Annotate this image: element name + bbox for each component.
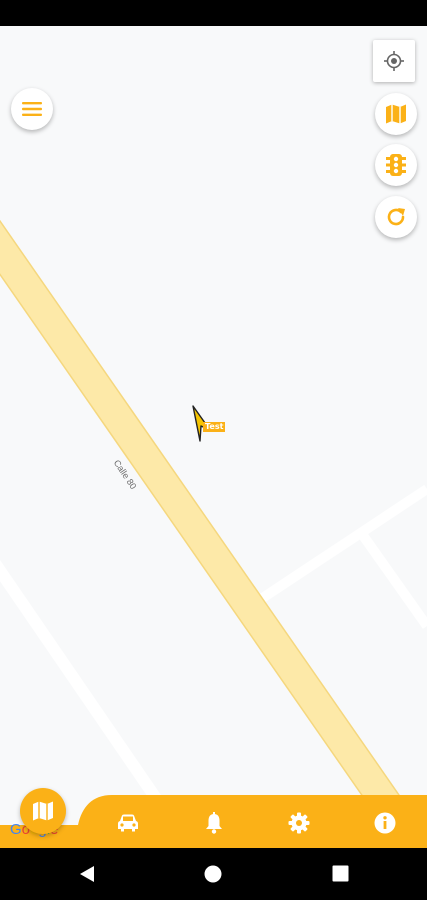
minor-road (357, 531, 427, 629)
traffic-light-icon (386, 154, 406, 176)
nav-settings[interactable] (286, 812, 312, 834)
info-icon (374, 812, 396, 834)
my-location-icon (384, 51, 404, 71)
home-button[interactable] (204, 865, 222, 888)
recents-button[interactable] (332, 865, 349, 887)
system-navigation-bar (0, 848, 427, 900)
major-road (0, 222, 407, 825)
map-view[interactable]: Calle 80 Test Go (0, 26, 427, 848)
map-icon (386, 104, 406, 124)
home-icon (204, 865, 222, 883)
refresh-button[interactable] (375, 196, 417, 238)
refresh-icon (387, 208, 405, 226)
gear-icon (288, 812, 310, 834)
recents-icon (332, 865, 349, 882)
nav-notifications[interactable] (201, 812, 227, 834)
vehicle-tag: Test (203, 422, 226, 432)
bell-icon (206, 812, 222, 834)
map-type-button[interactable] (375, 93, 417, 135)
status-bar (0, 0, 427, 26)
traffic-button[interactable] (375, 144, 417, 186)
nav-info[interactable] (372, 812, 398, 834)
car-icon (118, 814, 138, 832)
attribution-letter: G (10, 821, 22, 838)
menu-button[interactable] (11, 88, 53, 130)
my-location-button[interactable] (373, 40, 415, 82)
phone-frame: Calle 80 Test Go (0, 0, 427, 900)
map-canvas[interactable] (0, 26, 427, 848)
back-button[interactable] (79, 865, 95, 888)
back-icon (80, 866, 94, 882)
nav-map-button[interactable] (20, 788, 66, 834)
hamburger-menu-icon (22, 102, 42, 116)
map-icon (33, 801, 53, 821)
nav-vehicles[interactable] (115, 812, 141, 834)
